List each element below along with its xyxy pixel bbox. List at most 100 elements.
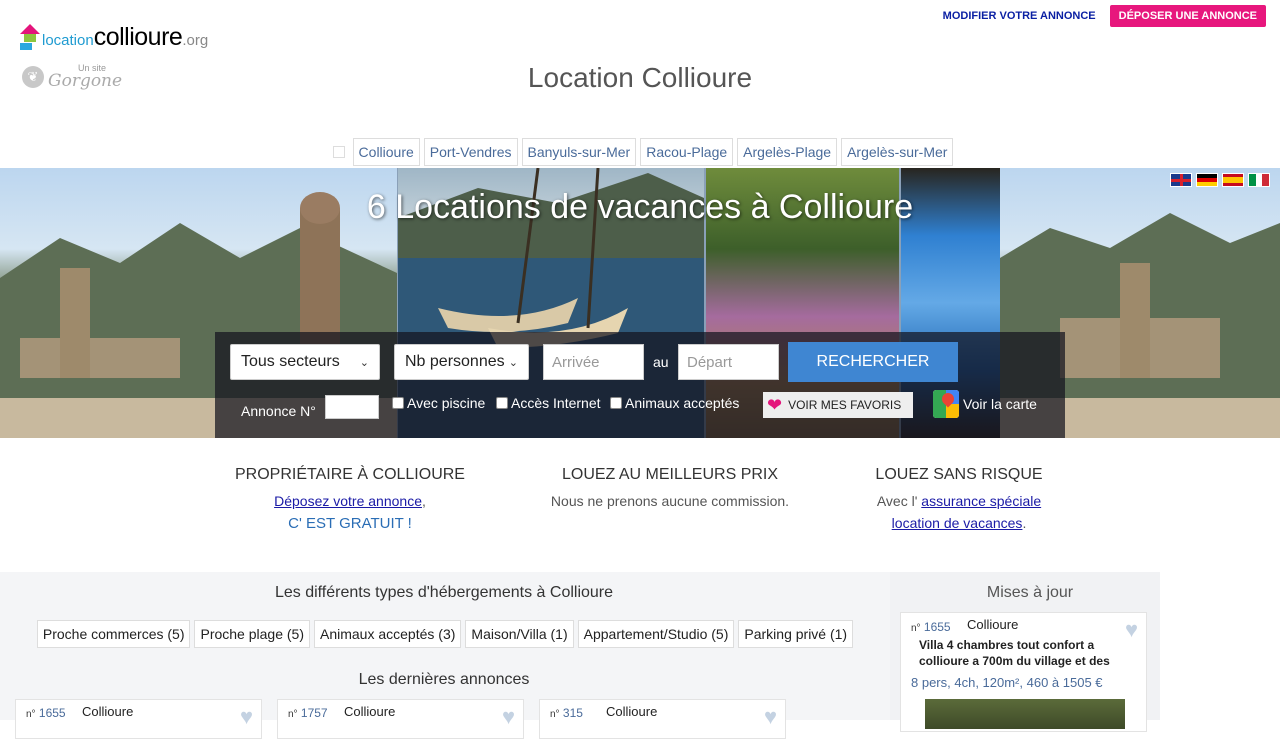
listing-number-value: 315	[562, 706, 583, 720]
page-title: Location Collioure	[527, 62, 753, 93]
listing-meta: 8 pers, 4ch, 120m², 460 à 1505 €	[911, 675, 1103, 690]
logo-part-org: .org	[182, 32, 209, 49]
feature-safe-title: LOUEZ SANS RISQUE	[875, 466, 1043, 483]
listing-number: n° 1655	[911, 620, 951, 634]
insurance-link[interactable]: assurance spéciale	[921, 493, 1041, 509]
update-listing-card[interactable]: n° 1655 Collioure ♥ Villa 4 chambres tou…	[900, 612, 1147, 732]
type-appartement-studio[interactable]: Appartement/Studio (5)	[577, 620, 735, 648]
listing-number-prefix: n°	[288, 709, 298, 720]
chevron-down-icon: ⌄	[359, 356, 369, 369]
feature-price-text: Nous ne prenons aucune commission.	[550, 493, 790, 509]
de-flag-icon[interactable]	[1196, 173, 1218, 187]
feature-price: LOUEZ AU MEILLEURS PRIX Nous ne prenons …	[520, 466, 820, 512]
type-proche-commerces[interactable]: Proche commerces (5)	[36, 620, 191, 648]
latest-section-title: Les dernières annonces	[358, 671, 530, 688]
listing-card[interactable]: n° 315 Collioure ♥	[539, 699, 786, 739]
logo-part-collioure: collioure	[93, 23, 183, 51]
favorites-button-label: VOIR MES FAVORIS	[788, 398, 902, 412]
annonce-number-label: Annonce N°	[241, 403, 316, 419]
period-text: .	[1022, 515, 1027, 531]
listing-number-prefix: n°	[911, 623, 921, 634]
feature-price-title: LOUEZ AU MEILLEURS PRIX	[561, 466, 779, 483]
deposit-listing-button[interactable]: DÉPOSER UNE ANNONCE	[1109, 5, 1266, 27]
accommodation-types: Proche commerces (5) Proche plage (5) An…	[0, 620, 920, 648]
pool-checkbox[interactable]: Avec piscine	[392, 395, 485, 411]
chevron-down-icon: ⌄	[508, 356, 518, 369]
tab-port-vendres[interactable]: Port-Vendres	[423, 138, 518, 166]
uk-flag-icon[interactable]	[1170, 173, 1192, 187]
search-button[interactable]: RECHERCHER	[788, 342, 958, 382]
insurance-prefix: Avec l'	[876, 493, 918, 509]
type-proche-plage[interactable]: Proche plage (5)	[194, 620, 310, 648]
it-flag-icon[interactable]	[1248, 173, 1270, 187]
feature-owner-title: PROPRIÉTAIRE À COLLIOURE	[235, 466, 465, 483]
internet-checkbox-label: Accès Internet	[511, 395, 601, 411]
view-map-link[interactable]: Voir la carte	[933, 390, 1037, 418]
es-flag-icon[interactable]	[1222, 173, 1244, 187]
sector-select-value: Tous secteurs	[241, 353, 340, 370]
listings-main: Les différents types d'hébergements à Co…	[0, 572, 888, 739]
hero-banner: 6 Locations de vacances à Collioure Tous…	[0, 168, 1280, 438]
favorites-button[interactable]: ❤ VOIR MES FAVORIS	[763, 392, 913, 418]
updates-sidebar: Mises à jour n° 1655 Collioure ♥ Villa 4…	[890, 572, 1160, 732]
pool-checkbox-label: Avec piscine	[407, 395, 486, 411]
search-filters-row: Annonce N° Avec piscine Accès Internet A…	[215, 390, 1065, 424]
feature-safe: LOUEZ SANS RISQUE Avec l' assurance spéc…	[809, 466, 1109, 534]
types-section-title: Les différents types d'hébergements à Co…	[274, 584, 614, 601]
comma-text: ,	[421, 493, 426, 509]
city-tabs-checkbox[interactable]	[332, 146, 345, 158]
modify-listing-link[interactable]: MODIFIER VOTRE ANNONCE	[943, 10, 1096, 22]
logo-part-location: location	[42, 32, 94, 49]
tab-argeles-plage[interactable]: Argelès-Plage	[737, 138, 838, 166]
internet-checkbox[interactable]: Accès Internet	[496, 395, 601, 411]
checkbox-box[interactable]	[610, 397, 622, 409]
tab-collioure[interactable]: Collioure	[352, 138, 420, 166]
listing-number: n° 315	[550, 706, 583, 720]
tab-argeles-sur-mer[interactable]: Argelès-sur-Mer	[841, 138, 954, 166]
vacation-rental-link[interactable]: location de vacances	[892, 515, 1023, 531]
type-animaux-acceptes[interactable]: Animaux acceptés (3)	[314, 620, 462, 648]
listing-card[interactable]: n° 1757 Collioure ♥	[277, 699, 524, 739]
listing-number-value: 1655	[38, 706, 66, 720]
persons-select-value: Nb personnes	[405, 353, 505, 370]
listings-section: Les différents types d'hébergements à Co…	[0, 566, 1280, 739]
annonce-number-input[interactable]	[325, 395, 379, 419]
language-flags	[1170, 173, 1270, 187]
listing-number-value: 1757	[300, 706, 328, 720]
banner-title: 6 Locations de vacances à Collioure	[366, 188, 914, 226]
au-label: au	[653, 354, 669, 370]
listing-number-value: 1655	[923, 620, 951, 634]
logo-text: locationcollioure.org	[42, 23, 208, 52]
listing-card[interactable]: n° 1655 Collioure ♥	[15, 699, 262, 739]
type-maison-villa[interactable]: Maison/Villa (1)	[465, 620, 574, 648]
listing-city: Collioure	[344, 704, 396, 719]
type-parking-prive[interactable]: Parking privé (1)	[738, 620, 854, 648]
listing-number-prefix: n°	[26, 709, 36, 720]
departure-date-input[interactable]: Départ	[678, 344, 779, 380]
sector-select[interactable]: Tous secteurs ⌄	[230, 344, 380, 380]
checkbox-box[interactable]	[496, 397, 508, 409]
listing-photo[interactable]	[925, 699, 1125, 729]
heart-icon: ❤	[767, 395, 783, 415]
top-links: MODIFIER VOTRE ANNONCE DÉPOSER UNE ANNON…	[943, 5, 1266, 27]
updates-title: Mises à jour	[986, 584, 1074, 601]
favorite-heart-icon[interactable]: ♥	[502, 704, 515, 730]
listing-number: n° 1757	[288, 706, 328, 720]
house-logo-icon	[20, 24, 40, 52]
listing-description: Villa 4 chambres tout confort a colliour…	[919, 638, 1110, 668]
site-logo[interactable]: locationcollioure.org	[20, 20, 208, 52]
page-background-corner	[1160, 566, 1280, 720]
listing-number: n° 1655	[26, 706, 66, 720]
favorite-heart-icon[interactable]: ♥	[240, 704, 253, 730]
tab-racou-plage[interactable]: Racou-Plage	[640, 138, 734, 166]
pets-checkbox[interactable]: Animaux acceptés	[610, 395, 739, 411]
arrival-date-input[interactable]: Arrivée	[543, 344, 644, 380]
deposit-annonce-link[interactable]: Déposez votre annonce	[274, 493, 422, 509]
listing-city: Collioure	[967, 617, 1019, 632]
pets-checkbox-label: Animaux acceptés	[625, 395, 740, 411]
favorite-heart-icon[interactable]: ♥	[1125, 617, 1138, 643]
favorite-heart-icon[interactable]: ♥	[764, 704, 777, 730]
tab-banyuls-sur-mer[interactable]: Banyuls-sur-Mer	[521, 138, 637, 166]
checkbox-box[interactable]	[392, 397, 404, 409]
persons-select[interactable]: Nb personnes ⌄	[394, 344, 529, 380]
